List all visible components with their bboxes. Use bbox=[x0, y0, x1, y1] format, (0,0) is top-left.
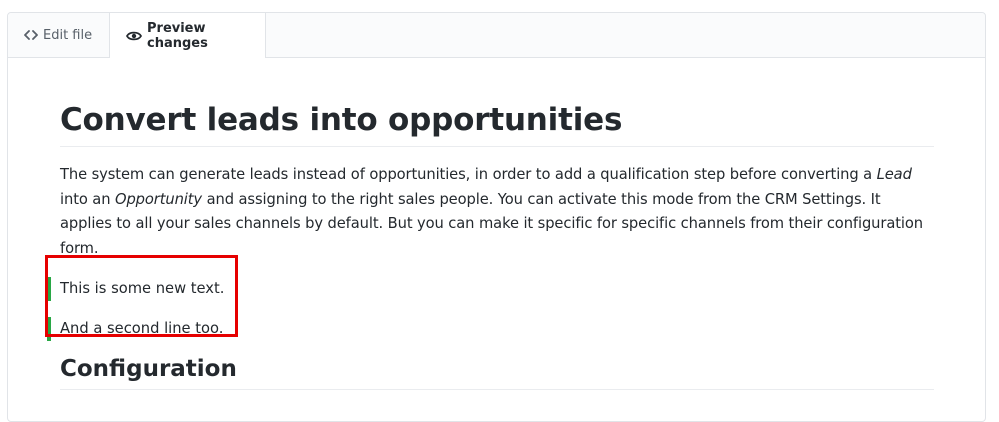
paragraph-text-2: into an bbox=[60, 190, 115, 208]
tab-edit-file-label: Edit file bbox=[43, 27, 93, 43]
highlight-annotation-box bbox=[45, 255, 238, 337]
paragraph-lead-emphasis: Lead bbox=[876, 166, 912, 183]
paragraph-text-1: The system can generate leads instead of… bbox=[60, 166, 877, 183]
paragraph-opportunity-emphasis: Opportunity bbox=[114, 190, 203, 208]
code-icon bbox=[24, 29, 38, 41]
article-paragraph: The system can generate leads instead of… bbox=[60, 163, 934, 261]
article-title: Convert leads into opportunities bbox=[60, 100, 934, 147]
tab-preview-changes-label: Preview changes bbox=[147, 20, 208, 51]
section-heading-configuration: Configuration bbox=[60, 353, 934, 390]
tab-preview-changes[interactable]: Preview changes bbox=[109, 13, 266, 58]
tab-edit-file[interactable]: Edit file bbox=[8, 13, 109, 57]
eye-icon bbox=[126, 30, 142, 42]
editor-tab-bar: Edit file Preview changes bbox=[8, 13, 985, 58]
